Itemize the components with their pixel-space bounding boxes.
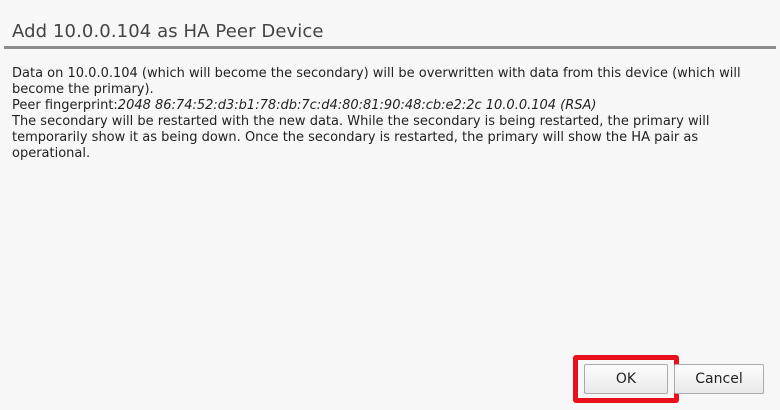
overwrite-warning-text: Data on 10.0.0.104 (which will become th… <box>12 66 741 97</box>
restart-info-text: The secondary will be restarted with the… <box>12 114 710 161</box>
fingerprint-line: Peer fingerprint:2048 86:74:52:d3:b1:78:… <box>12 98 764 114</box>
fingerprint-label: Peer fingerprint: <box>12 98 118 113</box>
cancel-button[interactable]: Cancel <box>674 364 764 394</box>
title-divider <box>4 46 776 49</box>
dialog-title: Add 10.0.0.104 as HA Peer Device <box>12 21 324 42</box>
ok-button[interactable]: OK <box>584 364 668 394</box>
ha-peer-dialog: Add 10.0.0.104 as HA Peer Device Data on… <box>0 0 780 410</box>
dialog-message: Data on 10.0.0.104 (which will become th… <box>12 66 764 162</box>
fingerprint-value: 2048 86:74:52:d3:b1:78:db:7c:d4:80:81:90… <box>117 98 597 113</box>
